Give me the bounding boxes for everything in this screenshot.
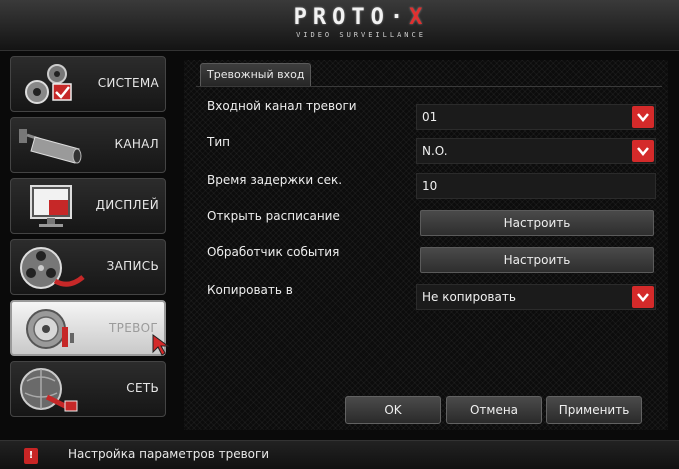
sidebar-item-alarm[interactable]: ТРЕВОГ bbox=[10, 300, 166, 356]
proto-x-logo: PROTO·X VIDEO SURVEILLANCE bbox=[236, 6, 486, 46]
sidebar-item-label: КАНАЛ bbox=[114, 137, 159, 151]
copy-to-value: Не копировать bbox=[422, 290, 516, 304]
alarm-bell-icon bbox=[18, 307, 88, 353]
input-channel-select[interactable]: 01 bbox=[416, 104, 656, 130]
globe-network-icon bbox=[17, 367, 87, 413]
logo-subtitle: VIDEO SURVEILLANCE bbox=[296, 31, 426, 39]
event-handler-configure-button[interactable]: Настроить bbox=[420, 247, 654, 273]
sidebar-item-channel[interactable]: КАНАЛ bbox=[10, 117, 166, 173]
sidebar-item-network[interactable]: СЕТЬ bbox=[10, 361, 166, 417]
gear-icon bbox=[17, 62, 87, 108]
info-icon: ! bbox=[24, 448, 38, 464]
copy-to-label: Копировать в bbox=[207, 283, 293, 297]
mouse-cursor-icon bbox=[152, 334, 170, 360]
apply-button[interactable]: Применить bbox=[546, 396, 642, 424]
tab-divider bbox=[196, 86, 662, 87]
sidebar-menu: СИСТЕМА КАНАЛ ДИСПЛЕЙ ЗАПИСЬ ТРЕВОГ СЕТЬ bbox=[10, 56, 168, 422]
camera-icon bbox=[17, 123, 87, 169]
schedule-configure-button[interactable]: Настроить bbox=[420, 210, 654, 236]
sidebar-item-system[interactable]: СИСТЕМА bbox=[10, 56, 166, 112]
delay-input[interactable]: 10 bbox=[416, 173, 656, 199]
input-channel-label: Входной канал тревоги bbox=[207, 99, 357, 113]
sidebar-item-record[interactable]: ЗАПИСЬ bbox=[10, 239, 166, 295]
chevron-down-icon[interactable] bbox=[632, 106, 654, 128]
header-bar: PROTO·X VIDEO SURVEILLANCE bbox=[0, 0, 679, 51]
chevron-down-icon[interactable] bbox=[632, 286, 654, 308]
sidebar-item-display[interactable]: ДИСПЛЕЙ bbox=[10, 178, 166, 234]
sidebar-item-label: СИСТЕМА bbox=[97, 76, 159, 90]
status-bar: ! Настройка параметров тревоги bbox=[0, 440, 679, 469]
sidebar-item-label: ДИСПЛЕЙ bbox=[95, 198, 159, 212]
delay-value: 10 bbox=[422, 179, 438, 193]
film-reel-icon bbox=[17, 245, 87, 291]
sidebar-item-label: ТРЕВОГ bbox=[109, 321, 158, 335]
logo-main-text: PROTO·X bbox=[293, 5, 429, 30]
status-text: Настройка параметров тревоги bbox=[68, 447, 270, 461]
schedule-label: Открыть расписание bbox=[207, 209, 340, 223]
sidebar-item-label: СЕТЬ bbox=[126, 381, 159, 395]
type-label: Тип bbox=[207, 135, 230, 149]
monitor-icon bbox=[17, 184, 87, 230]
sidebar-item-label: ЗАПИСЬ bbox=[106, 259, 159, 273]
copy-to-select[interactable]: Не копировать bbox=[416, 284, 656, 310]
cancel-button[interactable]: Отмена bbox=[446, 396, 542, 424]
type-value: N.O. bbox=[422, 144, 448, 158]
chevron-down-icon[interactable] bbox=[632, 140, 654, 162]
delay-label: Время задержки сек. bbox=[207, 173, 343, 187]
input-channel-value: 01 bbox=[422, 110, 438, 124]
type-select[interactable]: N.O. bbox=[416, 138, 656, 164]
tab-alarm-input[interactable]: Тревожный вход bbox=[200, 63, 312, 86]
event-handler-label: Обработчик события bbox=[207, 245, 340, 259]
ok-button[interactable]: OK bbox=[345, 396, 441, 424]
